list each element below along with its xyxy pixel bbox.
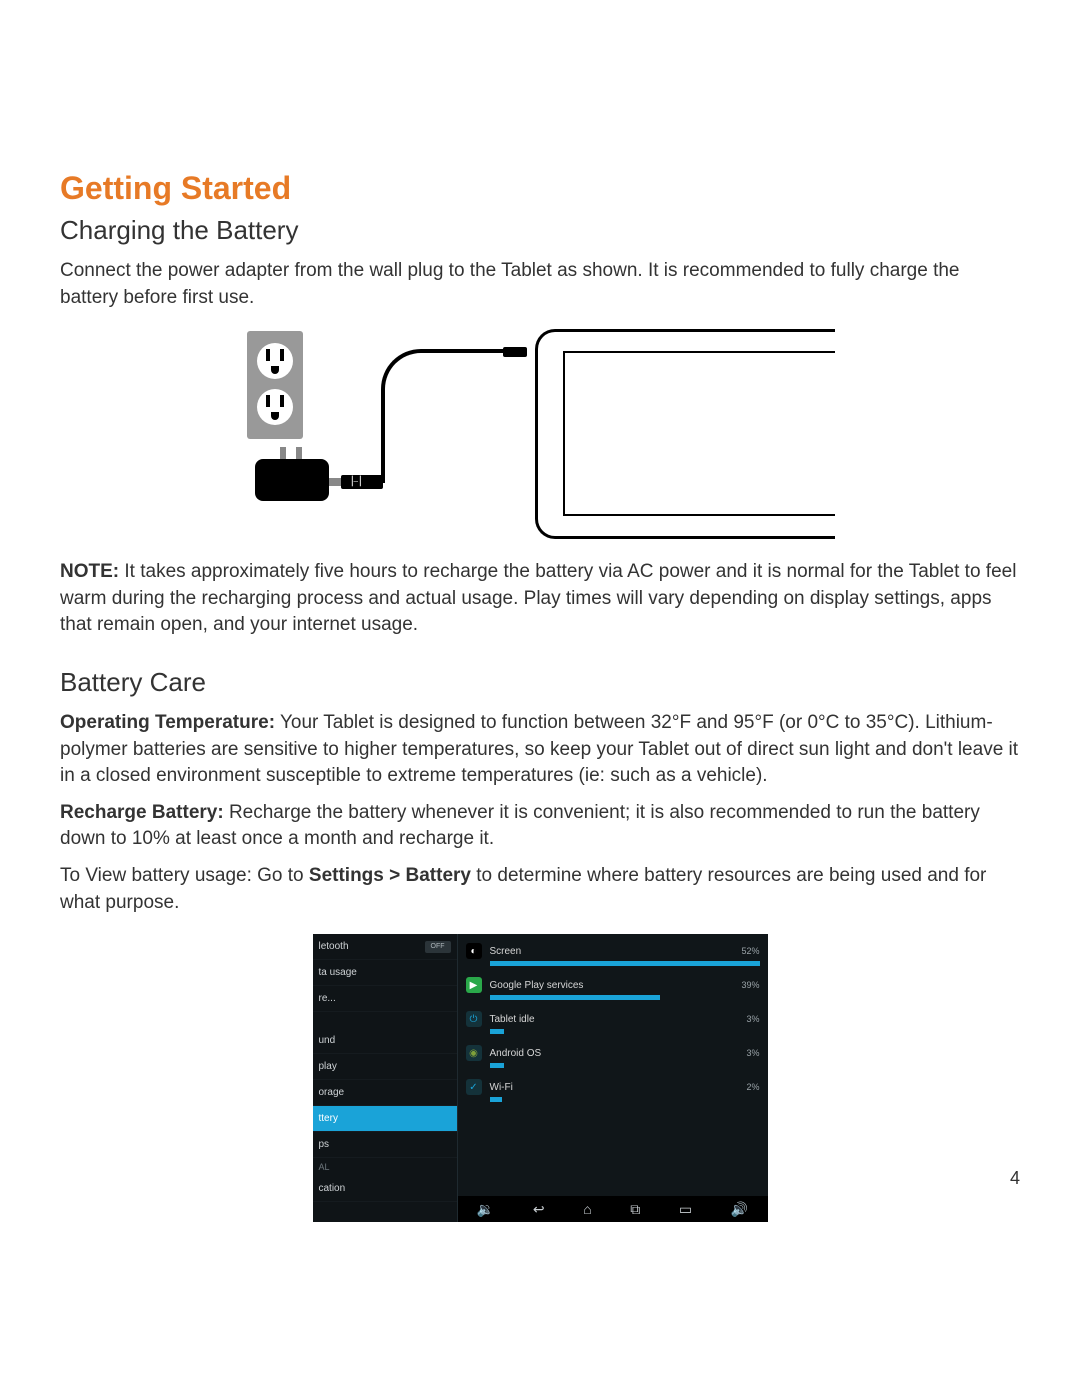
- recharge-paragraph: Recharge Battery: Recharge the battery w…: [60, 800, 1020, 853]
- micro-usb-icon: [503, 347, 527, 357]
- usage-label: Wi-Fi: [490, 1082, 739, 1093]
- usage-label: Screen: [490, 946, 734, 957]
- wall-outlet-icon: [247, 331, 303, 439]
- usage-label: Google Play services: [490, 980, 734, 991]
- nav-back-icon[interactable]: ↩: [533, 1201, 545, 1218]
- nav-recent-icon[interactable]: ▭: [679, 1201, 692, 1218]
- view-usage-pre: To View battery usage: Go to: [60, 865, 309, 886]
- nav-volume-up-icon[interactable]: 🔊: [731, 1201, 748, 1218]
- subheading-battery-care: Battery Care: [60, 667, 1020, 698]
- note-body: It takes approximately five hours to rec…: [60, 561, 1016, 635]
- power-adapter-icon: [255, 459, 329, 501]
- usage-bar: [490, 961, 760, 966]
- app-icon: ▶: [466, 977, 482, 993]
- section-title: Getting Started: [60, 170, 1020, 207]
- usage-percent: 52%: [741, 946, 759, 956]
- sidebar-item-battery[interactable]: ttery: [313, 1106, 457, 1132]
- sidebar-label: play: [319, 1061, 337, 1072]
- page-number: 4: [1010, 1168, 1020, 1189]
- usage-bar: [490, 1029, 760, 1034]
- cable-icon: [381, 349, 511, 483]
- recharge-label: Recharge Battery:: [60, 802, 224, 823]
- view-usage-path: Settings > Battery: [309, 865, 471, 886]
- usb-symbol-icon: ⎥⎯⎮: [349, 476, 363, 487]
- app-icon: ◐: [466, 943, 482, 959]
- sidebar-label: cation: [319, 1183, 346, 1194]
- battery-usage-row[interactable]: ◐ Screen 52%: [458, 938, 768, 961]
- battery-usage-row[interactable]: ◉ Android OS 3%: [458, 1040, 768, 1063]
- nav-screenshot-icon[interactable]: ⧉: [630, 1201, 640, 1218]
- usage-label: Tablet idle: [490, 1014, 739, 1025]
- usage-bar: [490, 995, 760, 1000]
- settings-sidebar: letooth OFF ta usage re... und play orag…: [313, 934, 458, 1222]
- subheading-charging: Charging the Battery: [60, 215, 1020, 246]
- operating-temp-label: Operating Temperature:: [60, 712, 275, 733]
- sidebar-header-personal: AL: [313, 1158, 457, 1176]
- usage-bar: [490, 1097, 760, 1102]
- usage-percent: 2%: [746, 1082, 759, 1092]
- sidebar-label: ta usage: [319, 967, 357, 978]
- sidebar-label: letooth: [319, 941, 349, 952]
- nav-volume-down-icon[interactable]: 🔉: [477, 1201, 494, 1218]
- sidebar-item-display[interactable]: play: [313, 1054, 457, 1080]
- battery-usage-panel: ◐ Screen 52% ▶ Google Play services 39% ⏻ Table…: [458, 934, 768, 1222]
- sidebar-item-location[interactable]: cation: [313, 1176, 457, 1202]
- sidebar-item-data-usage[interactable]: ta usage: [313, 960, 457, 986]
- charging-paragraph: Connect the power adapter from the wall …: [60, 258, 1020, 311]
- tablet-screen-icon: [563, 351, 835, 516]
- note-label: NOTE:: [60, 561, 119, 582]
- view-usage-paragraph: To View battery usage: Go to Settings > …: [60, 863, 1020, 916]
- app-icon: ⏻: [466, 1011, 482, 1027]
- usage-label: Android OS: [490, 1048, 739, 1059]
- app-icon: ✓: [466, 1079, 482, 1095]
- operating-temp-paragraph: Operating Temperature: Your Tablet is de…: [60, 710, 1020, 790]
- usage-percent: 39%: [741, 980, 759, 990]
- sidebar-item-apps[interactable]: ps: [313, 1132, 457, 1158]
- nav-home-icon[interactable]: ⌂: [583, 1201, 591, 1217]
- sidebar-item-storage[interactable]: orage: [313, 1080, 457, 1106]
- sidebar-label: ps: [319, 1139, 330, 1150]
- battery-usage-row[interactable]: ✓ Wi-Fi 2%: [458, 1074, 768, 1097]
- note-paragraph: NOTE: It takes approximately five hours …: [60, 559, 1020, 639]
- usage-percent: 3%: [746, 1048, 759, 1058]
- sidebar-item-bluetooth[interactable]: letooth OFF: [313, 934, 457, 960]
- sidebar-label: und: [319, 1035, 336, 1046]
- usage-percent: 3%: [746, 1014, 759, 1024]
- sidebar-label: orage: [319, 1087, 345, 1098]
- battery-usage-row[interactable]: ⏻ Tablet idle 3%: [458, 1006, 768, 1029]
- sidebar-item-sound[interactable]: und: [313, 1028, 457, 1054]
- usage-bar: [490, 1063, 760, 1068]
- charging-diagram: ⎥⎯⎮: [60, 329, 1020, 539]
- app-icon: ◉: [466, 1045, 482, 1061]
- android-navbar: 🔉 ↩ ⌂ ⧉ ▭ 🔊: [458, 1196, 768, 1222]
- sidebar-item-more[interactable]: re...: [313, 986, 457, 1012]
- battery-settings-screenshot: letooth OFF ta usage re... und play orag…: [313, 934, 768, 1222]
- sidebar-label: re...: [319, 993, 336, 1004]
- sidebar-label: ttery: [319, 1113, 338, 1124]
- battery-usage-row[interactable]: ▶ Google Play services 39%: [458, 972, 768, 995]
- bluetooth-toggle[interactable]: OFF: [425, 941, 451, 953]
